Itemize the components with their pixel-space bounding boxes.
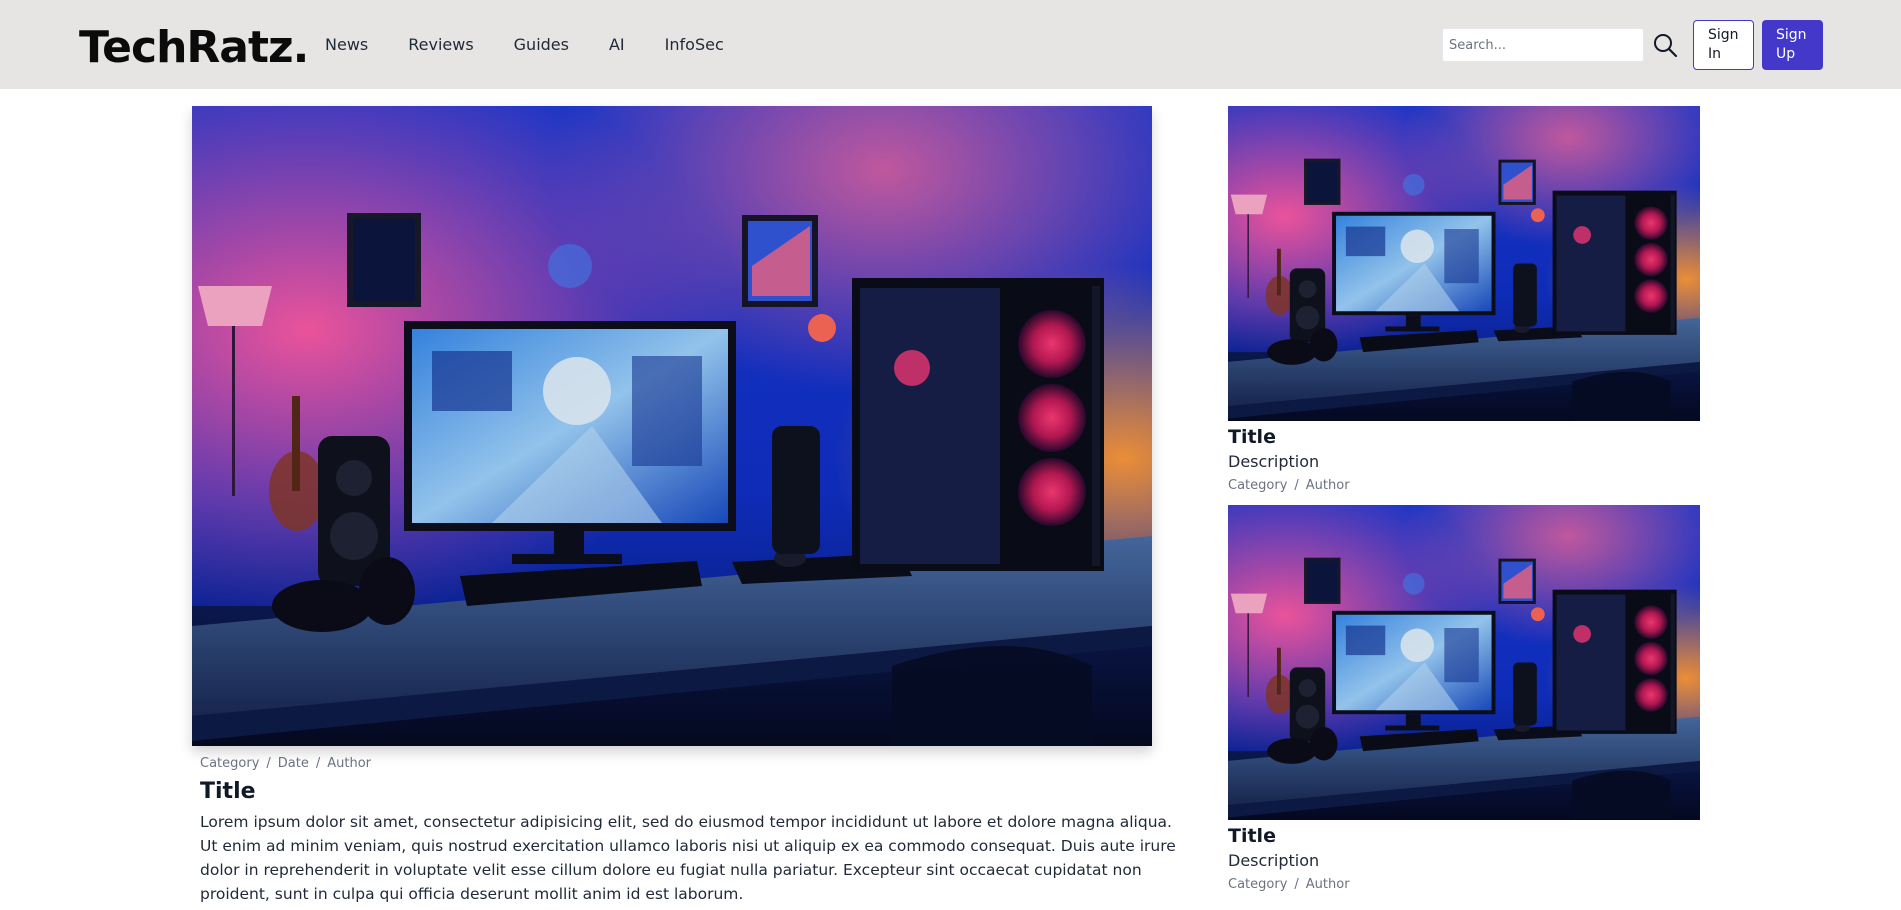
meta-author[interactable]: Author — [327, 756, 371, 771]
article-card-image[interactable] — [1228, 505, 1700, 820]
meta-author[interactable]: Author — [1306, 478, 1350, 493]
sign-in-button[interactable]: Sign In — [1693, 20, 1754, 70]
meta-author[interactable]: Author — [1306, 877, 1350, 892]
article-card-title[interactable]: Title — [1228, 824, 1700, 848]
article-card-description: Description — [1228, 452, 1320, 471]
meta-category[interactable]: Category — [200, 756, 259, 771]
search-icon[interactable] — [1652, 32, 1678, 58]
article-card: Title Description Category / Author — [1228, 106, 1700, 495]
article-card-description: Description — [1228, 851, 1320, 870]
featured-article-excerpt: Lorem ipsum dolor sit amet, consectetur … — [200, 813, 1176, 903]
article-card-title[interactable]: Title — [1228, 425, 1700, 449]
nav-item-infosec[interactable]: InfoSec — [665, 33, 724, 57]
featured-article-title[interactable]: Title — [192, 778, 1182, 806]
article-card-image[interactable] — [1228, 106, 1700, 421]
article-card-meta: Category / Author — [1228, 478, 1350, 493]
meta-category[interactable]: Category — [1228, 877, 1287, 892]
site-header: TechRatz. News Reviews Guides AI InfoSec… — [0, 0, 1901, 89]
featured-article: Category / Date / Author Title Lorem ipsum d… — [192, 106, 1182, 906]
featured-article-meta: Category / Date / Author — [200, 756, 372, 771]
meta-date: Date — [277, 756, 309, 771]
main-nav: News Reviews Guides AI InfoSec — [325, 33, 764, 57]
nav-item-guides[interactable]: Guides — [514, 33, 569, 57]
nav-item-reviews[interactable]: Reviews — [408, 33, 473, 57]
featured-article-image[interactable] — [192, 106, 1152, 746]
article-card: Title Description Category / Author — [1228, 505, 1700, 894]
article-card-meta: Category / Author — [1228, 877, 1350, 892]
site-logo[interactable]: TechRatz. — [79, 20, 309, 76]
nav-item-ai[interactable]: AI — [609, 33, 625, 57]
search-input[interactable] — [1442, 28, 1644, 62]
meta-category[interactable]: Category — [1228, 478, 1287, 493]
sign-up-button[interactable]: Sign Up — [1762, 20, 1823, 70]
nav-item-news[interactable]: News — [325, 33, 368, 57]
